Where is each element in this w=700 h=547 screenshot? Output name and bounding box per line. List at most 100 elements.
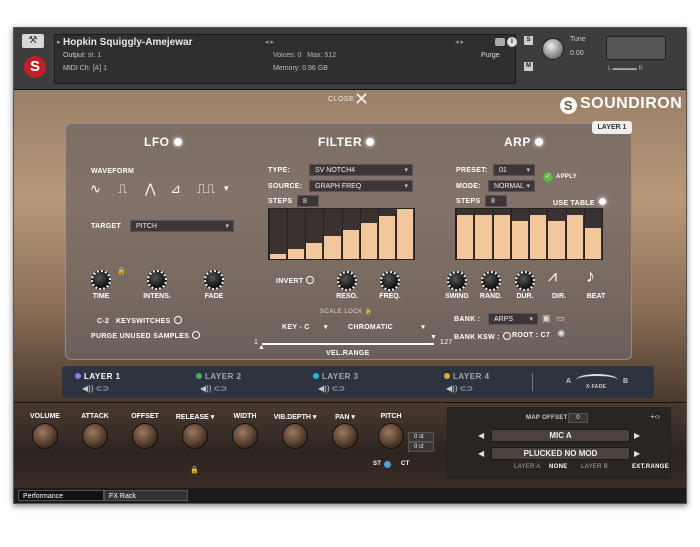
arp-beat-icon[interactable]: ♪	[586, 266, 595, 287]
articulation-next-icon[interactable]: ▶	[634, 449, 640, 458]
filter-source-dropdown[interactable]: GRAPH FREQ ▾	[309, 180, 413, 192]
arp-step-6[interactable]	[548, 221, 565, 259]
map-offset-value[interactable]: 0	[568, 413, 588, 423]
vel-min-handle-icon[interactable]: ▲	[258, 344, 265, 351]
filter-power-icon[interactable]	[366, 138, 375, 146]
apply-label[interactable]: APPLY	[556, 174, 577, 180]
vel-max-handle-icon[interactable]: ▼	[430, 334, 437, 341]
filter-step-4[interactable]	[324, 236, 341, 259]
folder-icon[interactable]: ▭	[556, 313, 565, 324]
filter-step-7[interactable]	[378, 216, 395, 259]
arp-steps-value[interactable]: 8	[485, 195, 507, 207]
arp-rand-knob[interactable]	[481, 271, 501, 291]
map-arrows-icon[interactable]: +‹›	[650, 412, 660, 421]
release-knob[interactable]	[182, 423, 208, 449]
offset-knob[interactable]	[132, 423, 158, 449]
filter-freq-knob[interactable]	[380, 271, 400, 291]
lfo-intensity-knob[interactable]	[147, 270, 167, 290]
arp-preset-dropdown[interactable]: 01 ▾	[493, 164, 535, 176]
filter-step-3[interactable]	[306, 243, 323, 259]
width-knob[interactable]	[232, 423, 258, 449]
wrench-icon[interactable]: ⚒	[22, 34, 44, 48]
tab-fx-rack[interactable]: FX Rack	[104, 490, 188, 501]
instrument-name[interactable]: Hopkin Squiggly-Amejewar	[63, 37, 192, 48]
bank-ksw-row[interactable]: BANK KSW :	[454, 332, 511, 341]
pitch-st-value[interactable]: 0 st	[408, 432, 434, 442]
filter-heading[interactable]: FILTER	[318, 135, 375, 149]
snapshot-arrows-icon[interactable]: ◂ ▸	[455, 38, 464, 46]
lfo-fade-knob[interactable]	[204, 270, 224, 290]
arp-step-2[interactable]	[475, 215, 492, 259]
arp-step-5[interactable]	[530, 215, 547, 259]
filter-type-dropdown[interactable]: SV NOTCH4 ▾	[309, 164, 413, 176]
output-value[interactable]: st. 1	[88, 52, 101, 59]
gear-icon[interactable]: ✺	[557, 329, 565, 340]
save-icon[interactable]: ▣	[542, 313, 551, 324]
root-row[interactable]: ROOT : C7	[512, 332, 550, 339]
scale-lock-icon[interactable]: 🔒	[365, 309, 373, 315]
filter-step-1[interactable]	[270, 254, 287, 259]
filter-reso-knob[interactable]	[337, 271, 357, 291]
bank-dropdown[interactable]: ARPS ▾	[488, 313, 538, 325]
apply-check-icon[interactable]: ✓	[543, 172, 553, 182]
invert-row[interactable]: INVERT	[276, 276, 315, 285]
arp-step-4[interactable]	[511, 221, 528, 259]
wave-dropdown-icon[interactable]: ▾	[224, 183, 229, 194]
wave-sine-icon[interactable]: ∿	[90, 181, 101, 197]
purge-toggle-icon[interactable]	[192, 331, 201, 339]
filter-step-2[interactable]	[288, 249, 305, 259]
lfo-heading[interactable]: LFO	[144, 135, 182, 149]
wave-random-icon[interactable]: ⎍⎍	[197, 181, 215, 197]
target-dropdown[interactable]: PITCH ▾	[130, 220, 234, 232]
pan-knob[interactable]	[332, 423, 358, 449]
articulation-prev-icon[interactable]: ◀	[478, 449, 484, 458]
arp-mode-dropdown[interactable]: NORMAL ▾	[488, 180, 535, 192]
mute-button[interactable]: M	[524, 62, 533, 71]
arp-step-3[interactable]	[493, 215, 510, 259]
layer-2-tab[interactable]: LAYER 2	[196, 372, 242, 381]
filter-step-graph[interactable]	[268, 208, 415, 260]
use-table-label[interactable]: USE TABLE	[553, 198, 606, 207]
arp-step-graph[interactable]	[455, 208, 603, 260]
release-label[interactable]: RELEASE ▾	[167, 413, 223, 421]
velocity-range-slider[interactable]	[262, 343, 434, 345]
mic-prev-icon[interactable]: ◀	[478, 431, 484, 440]
layer-4-speaker-link-icon[interactable]: ◀)) ⊂⊃	[446, 384, 473, 393]
arp-swing-knob[interactable]	[447, 271, 467, 291]
filter-step-5[interactable]	[342, 230, 359, 259]
release-lock-icon[interactable]: 🔒	[190, 466, 199, 474]
collapse-arrow-icon[interactable]: ▸	[57, 38, 61, 46]
attack-knob[interactable]	[82, 423, 108, 449]
wave-triangle-icon[interactable]: ⋀	[145, 181, 156, 197]
mic-next-icon[interactable]: ▶	[634, 431, 640, 440]
vib-depth-label[interactable]: VIB.DEPTH ▾	[267, 413, 323, 421]
keyswitch-toggle-icon[interactable]	[173, 316, 182, 324]
arp-step-1[interactable]	[457, 215, 474, 259]
articulation-selector[interactable]: PLUCKED NO MOD	[491, 447, 630, 460]
prev-next-arrows-icon[interactable]: ◂ ▸	[265, 38, 274, 46]
filter-step-8[interactable]	[396, 209, 413, 259]
solo-button[interactable]: S	[524, 36, 533, 45]
scale-lock-row[interactable]: SCALE LOCK 🔒	[320, 308, 373, 315]
midi-value[interactable]: [A] 1	[93, 65, 107, 72]
camera-icon[interactable]	[495, 38, 505, 46]
none-label[interactable]: NONE	[549, 464, 568, 470]
arp-step-8[interactable]	[584, 228, 601, 259]
close-label[interactable]: CLOSE	[328, 96, 354, 103]
keyswitch-row[interactable]: C-2 KEYSWITCHES	[97, 316, 182, 325]
layer-a-label[interactable]: LAYER A	[514, 464, 541, 470]
wave-square-icon[interactable]: ⎍	[118, 181, 127, 197]
volume-knob[interactable]	[32, 423, 58, 449]
layer-3-tab[interactable]: LAYER 3	[313, 372, 359, 381]
vib-depth-knob[interactable]	[282, 423, 308, 449]
layer-1-tab[interactable]: LAYER 1	[75, 372, 121, 381]
mic-selector[interactable]: MIC A	[491, 429, 630, 442]
layer-1-speaker-link-icon[interactable]: ◀)) ⊂⊃	[82, 384, 109, 393]
arp-step-7[interactable]	[566, 215, 583, 259]
key-dropdown[interactable]: KEY - C ▾	[282, 323, 328, 331]
invert-toggle-icon[interactable]	[306, 276, 315, 284]
lock-icon[interactable]: 🔒	[117, 267, 126, 275]
purge-row[interactable]: PURGE UNUSED SAMPLES	[91, 331, 201, 340]
bank-ksw-toggle-icon[interactable]	[502, 332, 511, 340]
arp-direction-icon[interactable]: ⩘	[548, 268, 557, 286]
